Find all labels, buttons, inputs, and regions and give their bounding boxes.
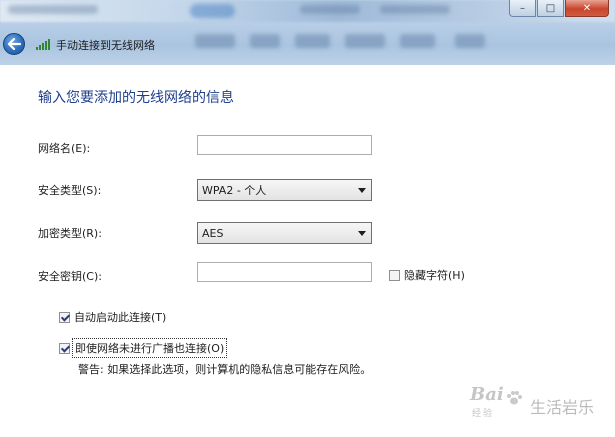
encryption-type-select[interactable]: AES xyxy=(197,222,372,244)
connect-hidden-label: 即使网络未进行广播也连接(O) xyxy=(71,338,228,358)
privacy-warning: 警告: 如果选择此选项，则计算机的隐私信息可能存在风险。 xyxy=(78,363,372,376)
connect-hidden-option[interactable]: 即使网络未进行广播也连接(O) xyxy=(59,338,228,358)
paw-icon xyxy=(507,391,522,405)
auto-connect-checkbox[interactable] xyxy=(59,311,70,323)
dialog-content: 输入您要添加的无线网络的信息 网络名(E): 安全类型(S): WPA2 - 个… xyxy=(0,65,615,437)
blurred-background-text xyxy=(380,5,450,14)
maximize-button[interactable]: □ xyxy=(537,0,564,17)
security-type-select[interactable]: WPA2 - 个人 xyxy=(197,179,372,201)
security-type-label: 安全类型(S): xyxy=(38,184,102,197)
back-arrow-icon xyxy=(7,38,21,50)
network-name-label: 网络名(E): xyxy=(38,142,91,155)
blurred-background-tab xyxy=(455,34,485,48)
blurred-background-tab xyxy=(345,34,385,48)
auto-connect-label: 自动启动此连接(T) xyxy=(74,311,167,324)
security-key-label: 安全密钥(C): xyxy=(38,270,102,283)
watermark-suffix: 经验 xyxy=(472,409,495,419)
wireless-signal-icon xyxy=(36,39,50,50)
security-key-input[interactable] xyxy=(197,262,372,282)
auto-connect-option[interactable]: 自动启动此连接(T) xyxy=(59,309,166,325)
blurred-background-tab xyxy=(295,34,330,48)
dropdown-arrow-icon xyxy=(358,188,366,193)
dropdown-arrow-icon xyxy=(358,231,366,236)
close-button[interactable]: ✕ xyxy=(565,0,609,17)
watermark-brand: Bai xyxy=(470,384,504,405)
encryption-type-value: AES xyxy=(202,226,224,240)
network-name-input[interactable] xyxy=(197,135,372,155)
connect-hidden-checkbox[interactable] xyxy=(59,342,70,354)
title-bar: – □ ✕ 手动连接到无线网络 xyxy=(0,0,615,65)
watermark-side-text: 生活岩乐 xyxy=(530,398,595,417)
blurred-background-tab xyxy=(400,34,435,48)
hide-characters-label: 隐藏字符(H) xyxy=(404,269,465,282)
minimize-button[interactable]: – xyxy=(509,0,536,17)
blurred-background-icon xyxy=(190,4,235,18)
blurred-background-tab xyxy=(195,34,235,48)
page-heading: 输入您要添加的无线网络的信息 xyxy=(38,90,234,106)
blurred-background-tab xyxy=(250,34,280,48)
security-type-value: WPA2 - 个人 xyxy=(202,184,267,197)
window-title: 手动连接到无线网络 xyxy=(56,39,155,52)
window-controls: – □ ✕ xyxy=(509,0,609,17)
back-button[interactable] xyxy=(3,33,25,55)
blurred-background-text xyxy=(300,5,360,14)
encryption-type-label: 加密类型(R): xyxy=(38,227,102,240)
blurred-background-text xyxy=(8,5,98,14)
hide-characters-checkbox[interactable] xyxy=(389,269,400,281)
hide-characters-option[interactable]: 隐藏字符(H) xyxy=(389,267,465,283)
